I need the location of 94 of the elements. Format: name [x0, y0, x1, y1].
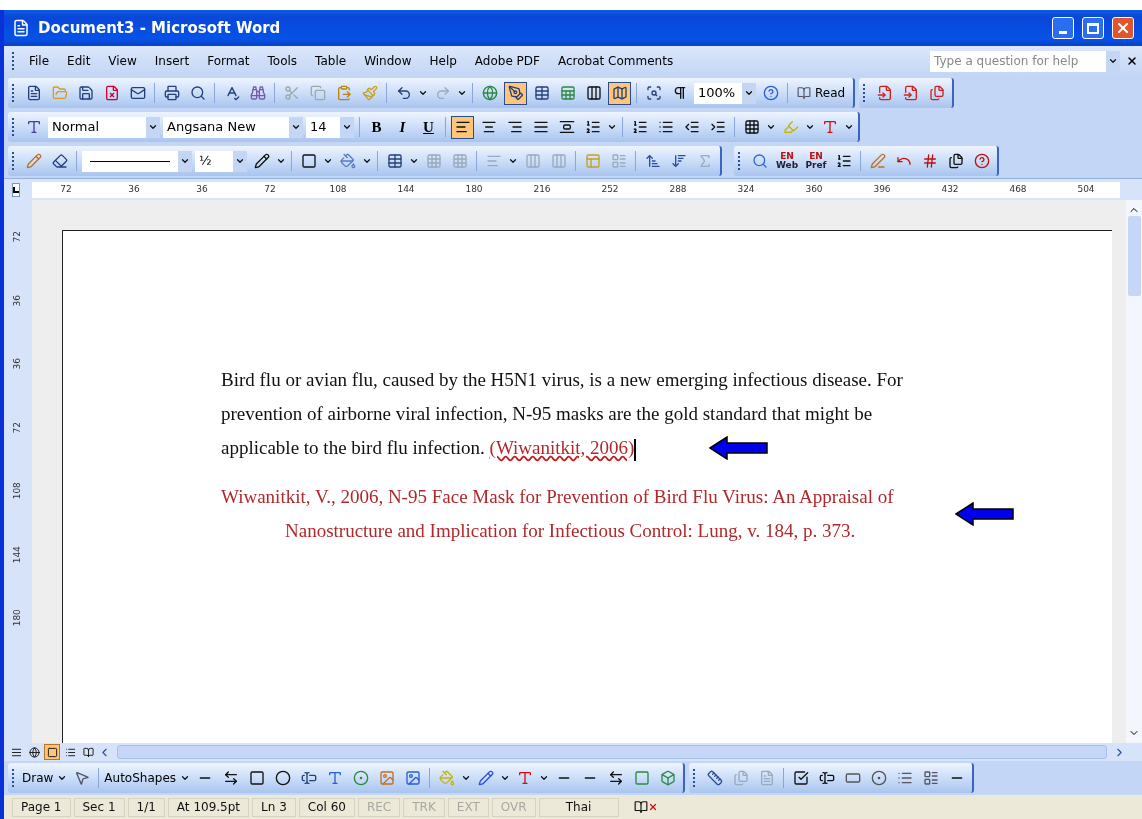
web-layout-button[interactable] [26, 744, 42, 760]
citation: (Wiwanitkit, 2006) [489, 437, 635, 458]
ruler-number: 468 [1008, 182, 1028, 196]
maximize-button[interactable] [1082, 17, 1104, 39]
word-document-icon [12, 19, 30, 37]
ruler-number: 72 [11, 421, 24, 433]
distributed-icon [558, 119, 575, 135]
reference-entry: Wiwanitkit, V., 2006, N-95 Face Mask for Prevention of Bird Flu Virus: An Appraisal of Nanostructure and Implication for Infectious Control: Lung, v. 184, p. 373. [221, 485, 895, 543]
arrow-shape [709, 436, 769, 460]
read-button[interactable]: Read [793, 84, 850, 102]
italic-button[interactable]: I [391, 115, 414, 139]
help-search-field[interactable]: Type a question for help [930, 50, 1120, 72]
close-document-icon[interactable] [1126, 55, 1138, 67]
ruler-number: 360 [804, 182, 824, 196]
underline-button[interactable]: U [417, 115, 440, 139]
status-field: REC [357, 797, 401, 817]
ruler-number: 180 [11, 609, 24, 627]
vertical-scrollbar[interactable] [1126, 200, 1142, 743]
toolbar-grip[interactable] [12, 84, 15, 102]
toolbar-grip[interactable] [12, 52, 15, 70]
status-field: TRK [403, 797, 445, 817]
ruler-number: 36 [127, 182, 141, 196]
menu-item[interactable]: Acrobat Comments [550, 52, 682, 70]
status-field: 1/1 [127, 797, 165, 817]
menu-item[interactable]: Insert [146, 52, 198, 70]
ruler-number: 144 [11, 545, 24, 563]
status-field: Col 60 [298, 797, 355, 817]
ruler-number: 36 [11, 294, 24, 306]
status-field: OVR [491, 797, 536, 817]
menu-item[interactable]: Tools [259, 52, 306, 70]
minimize-button[interactable] [1052, 17, 1074, 39]
line-weight-dropdown[interactable]: ½ [195, 150, 247, 172]
body-paragraph: Bird flu or avian flu, caused by the H5N1 virus, is a new emerging infectious disease. For prevention of airborne viral infection, N-95 masks are the gold standard that might be applicable to the bird flu infection. (Wiwanitkit, 2006) [221, 363, 949, 465]
align-left-button[interactable] [451, 115, 474, 139]
horizontal-scrollbar[interactable] [117, 745, 1107, 759]
ruler-number: 36 [11, 358, 24, 370]
preference-lookup-button[interactable]: EN Pref [803, 152, 829, 170]
print-layout-button[interactable] [44, 744, 60, 760]
book-icon [797, 86, 811, 100]
scroll-thumb[interactable] [1127, 216, 1141, 296]
ruler-number: 36 [195, 182, 209, 196]
menu-item[interactable]: View [100, 52, 145, 70]
font-dropdown[interactable]: Angsana New [163, 116, 303, 138]
toolbar-grip[interactable] [738, 152, 741, 170]
ruler-number: 252 [600, 182, 620, 196]
draw-menu-button[interactable]: Draw [22, 769, 68, 787]
status-field: EXT [447, 797, 489, 817]
menu-item[interactable]: Window [356, 52, 420, 70]
align-center-icon [480, 119, 497, 135]
menu-item[interactable]: Edit [59, 52, 99, 70]
close-icon [1115, 20, 1131, 36]
menu-item[interactable]: Table [307, 52, 355, 70]
web-lookup-button[interactable]: EN Web [774, 152, 800, 170]
style-dropdown[interactable]: Normal [48, 116, 160, 138]
status-field: Page 1 [12, 797, 71, 817]
spelling-status-icon [633, 800, 658, 814]
window-title: Document3 - Microsoft Word [38, 17, 282, 39]
ruler-number: 288 [668, 182, 688, 196]
menu-item[interactable]: File [21, 52, 58, 70]
status-field: Ln 3 [252, 797, 296, 817]
ruler-number: 108 [328, 182, 348, 196]
tab-selector[interactable] [12, 182, 20, 197]
align-right-icon [506, 119, 523, 135]
status-field: At 109.5pt [167, 797, 250, 817]
ruler-number: 72 [11, 231, 24, 243]
menu-item[interactable]: Help [421, 52, 465, 70]
ruler-number: 144 [396, 182, 416, 196]
toolbar-grip[interactable] [693, 769, 697, 787]
align-left-icon [454, 119, 471, 135]
toolbar-grip[interactable] [12, 118, 15, 136]
font-size-dropdown[interactable]: 14 [306, 116, 354, 138]
ruler-number: 216 [532, 182, 552, 196]
menu-item[interactable]: Format [199, 52, 258, 70]
bold-button[interactable]: B [365, 115, 388, 139]
status-field: Sec 1 [73, 797, 125, 817]
ruler-number: 432 [940, 182, 960, 196]
line-style-dropdown[interactable] [82, 150, 192, 172]
close-button[interactable] [1112, 17, 1134, 39]
ruler-number: 396 [872, 182, 892, 196]
ruler-number: 180 [464, 182, 484, 196]
ruler-number: 324 [736, 182, 756, 196]
ruler-number: 108 [11, 482, 24, 500]
justify-icon [532, 119, 549, 135]
toolbar-grip[interactable] [12, 152, 15, 170]
zoom-dropdown[interactable]: 100% [694, 82, 756, 104]
menu-item[interactable]: Adobe PDF [466, 52, 548, 70]
toolbar-grip[interactable] [12, 769, 15, 787]
ruler-number: 504 [1076, 182, 1096, 196]
toolbar-grip[interactable] [863, 84, 867, 102]
arrow-shape [955, 502, 1015, 526]
status-field: Thai [538, 797, 619, 817]
ruler-number: 72 [59, 182, 73, 196]
autoshapes-menu-button[interactable]: AutoShapes [104, 769, 191, 787]
ruler-number: 72 [263, 182, 277, 196]
